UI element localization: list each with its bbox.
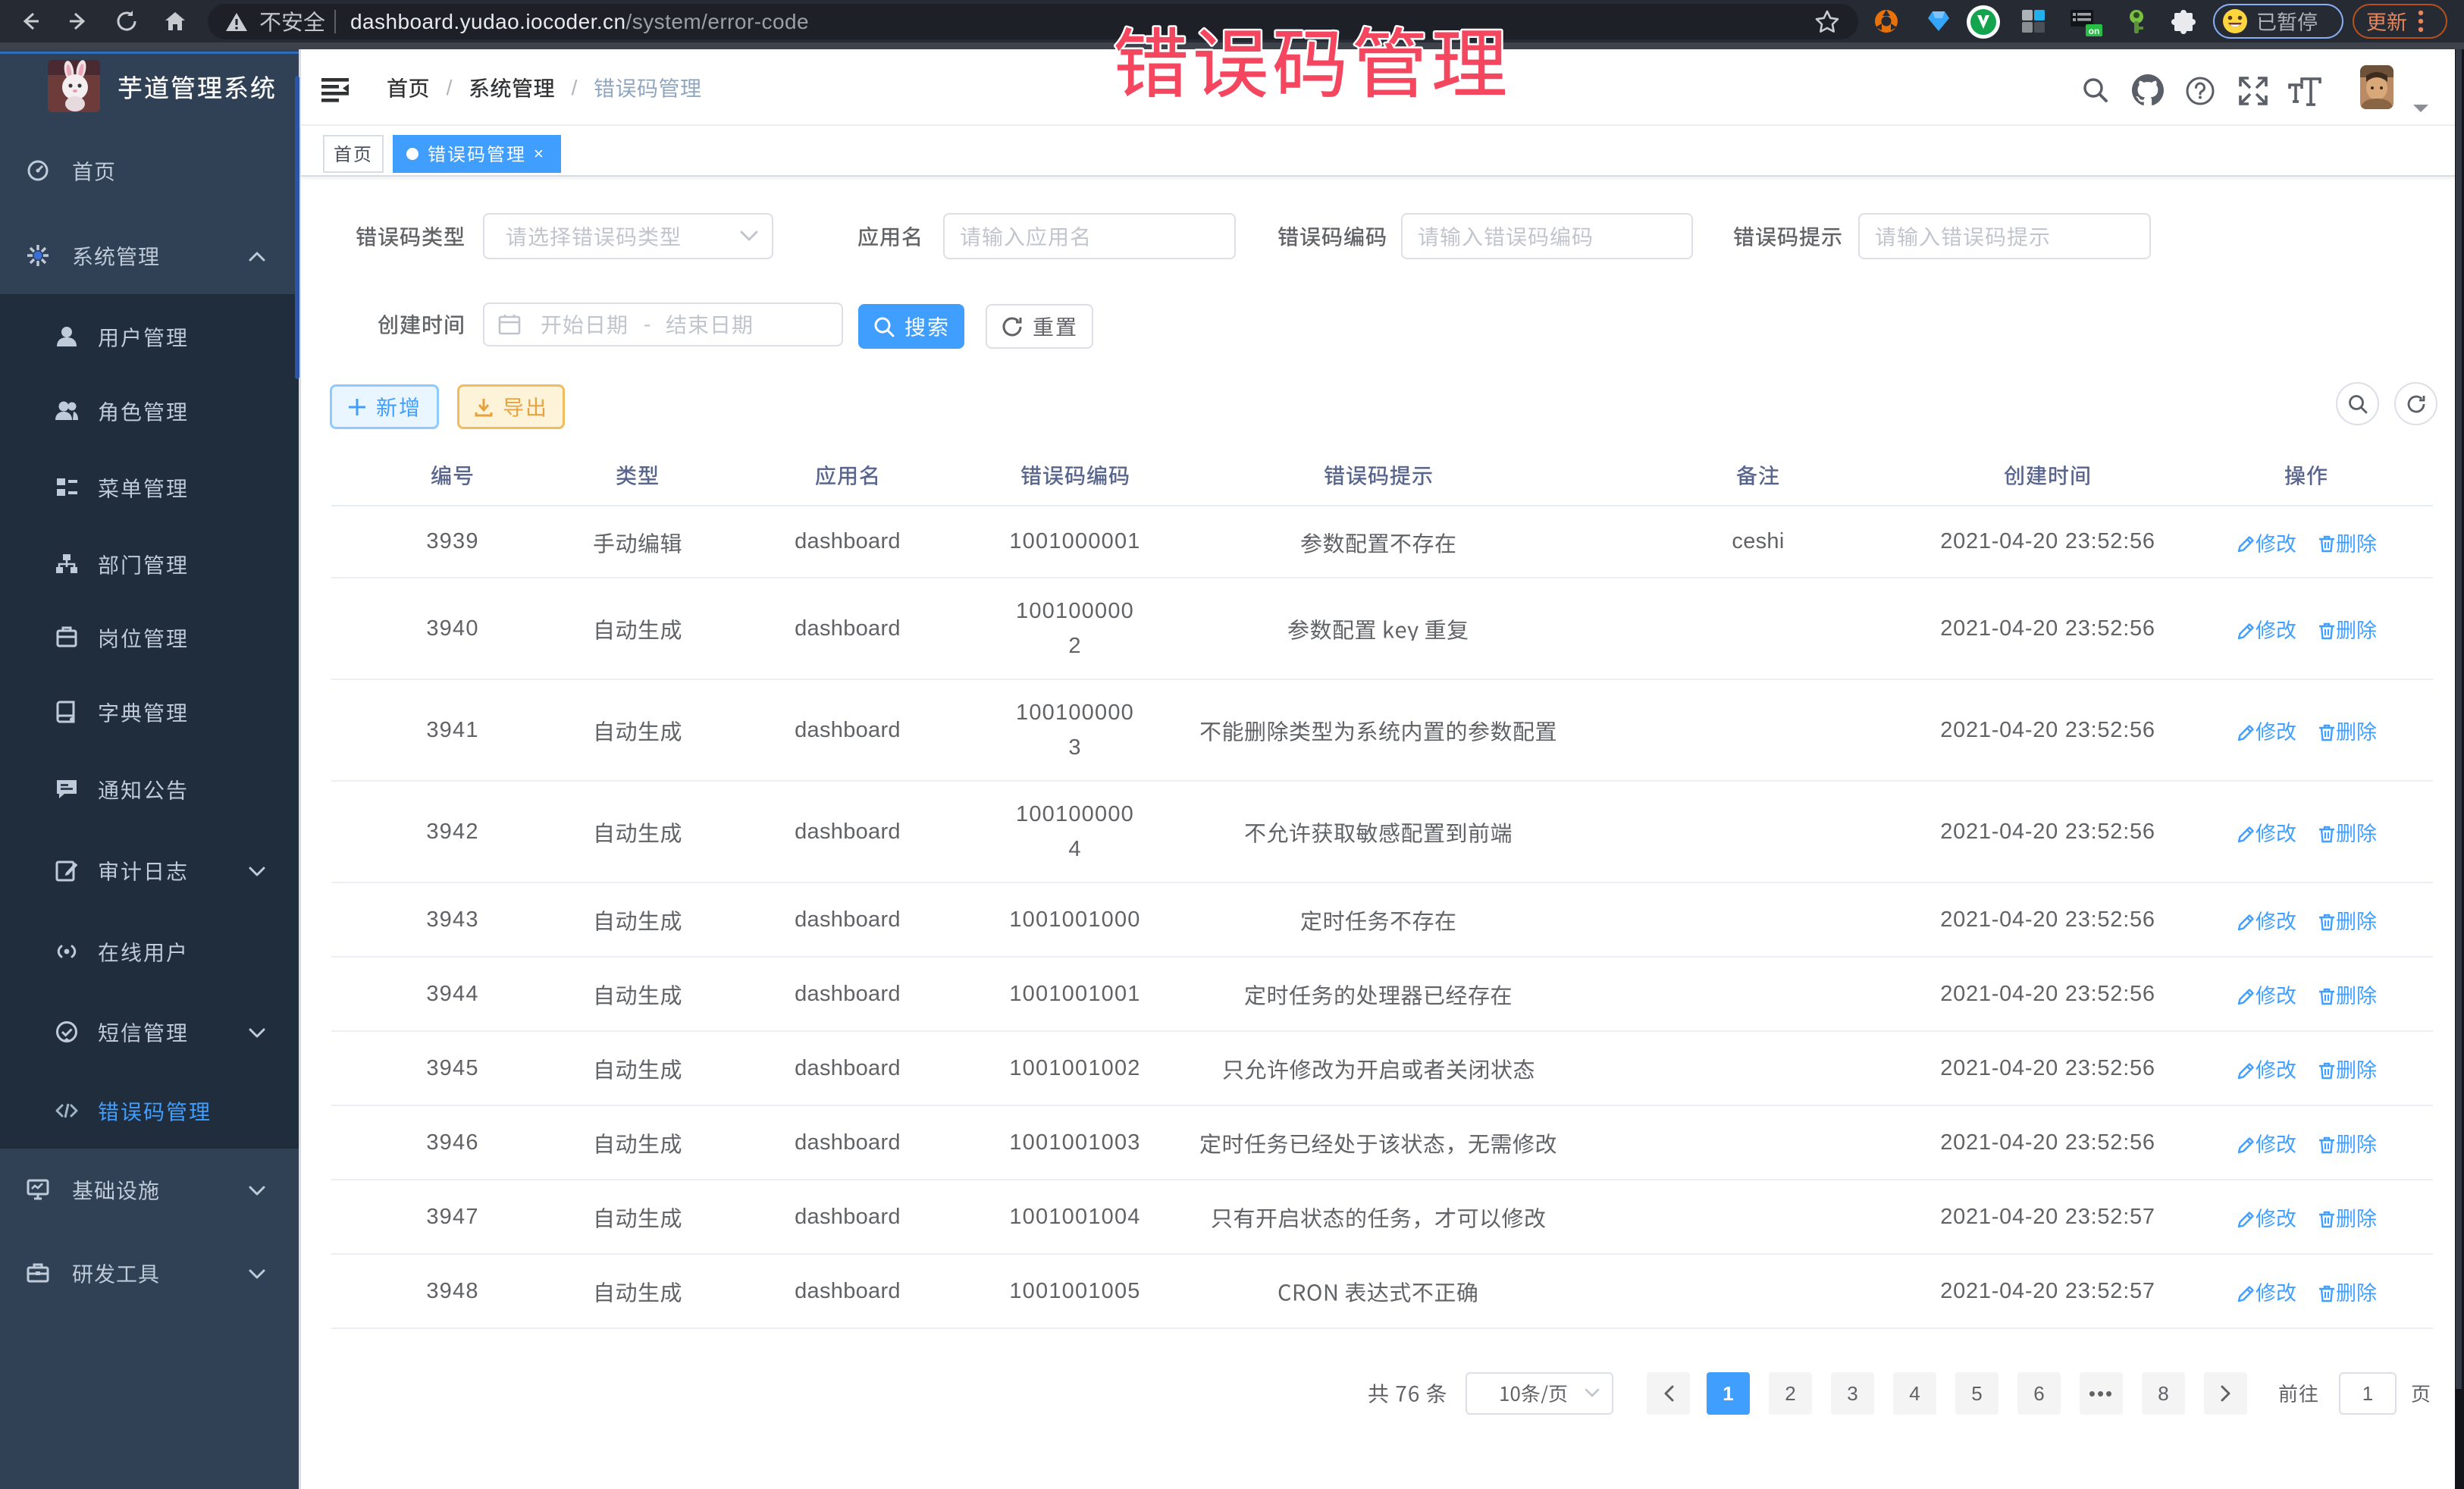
svg-text:on: on — [2089, 26, 2100, 36]
